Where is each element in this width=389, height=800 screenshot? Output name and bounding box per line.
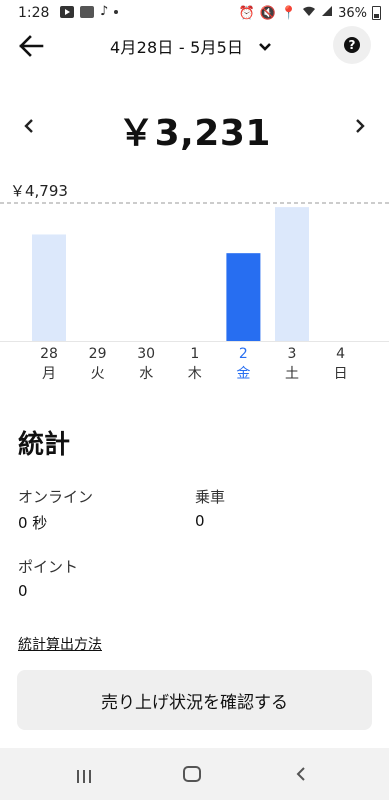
chart-day-1[interactable]: 1木 — [175, 344, 215, 384]
notification-dot-icon — [114, 10, 119, 14]
stat-rides-value: 0 — [195, 512, 205, 530]
stats-method-link[interactable]: 統計算出方法 — [18, 634, 102, 654]
chart-day-4[interactable]: 4日 — [321, 344, 361, 384]
date-range-label[interactable]: 4月28日 - 5月5日 — [110, 34, 243, 58]
help-button[interactable]: ? — [333, 26, 371, 64]
chart-bar-28[interactable] — [32, 234, 66, 341]
system-back-button[interactable] — [295, 766, 307, 782]
chart-day-number: 3 — [287, 346, 297, 362]
stat-points-value: 0 — [18, 582, 28, 600]
arrow-left-icon — [19, 35, 44, 57]
status-time: 1:28 — [18, 5, 50, 21]
recent-apps-button[interactable] — [76, 768, 92, 783]
stat-online-value: 0 秒 — [18, 514, 48, 532]
chart-day-28[interactable]: 28 月 — [29, 344, 69, 384]
chart-bar-3[interactable] — [275, 207, 309, 341]
chart-canvas — [0, 202, 389, 342]
earnings-chart: ￥4,793 28 月 29 火 30 水 1 木 2 金 3 土 4 日 — [0, 178, 389, 393]
notification-icons: ♪ — [60, 4, 119, 19]
mute-icon: 🔇 — [259, 5, 276, 21]
chevron-down-icon — [259, 43, 271, 51]
chart-weekday: 土 — [285, 366, 299, 382]
location-icon: 📍 — [280, 5, 298, 21]
next-week-button[interactable] — [353, 114, 367, 138]
chart-day-number: 29 — [88, 346, 107, 362]
chart-bar-2[interactable] — [226, 253, 261, 341]
chart-max-label: ￥4,793 — [10, 182, 68, 200]
chart-weekday: 月 — [42, 366, 56, 382]
stat-online-label: オンライン — [18, 488, 94, 506]
wifi-icon — [302, 5, 316, 21]
signal-icon — [321, 5, 333, 21]
alarm-icon: ⏰ — [238, 5, 255, 21]
chart-day-number: 30 — [137, 346, 156, 362]
check-earnings-button[interactable]: 売り上げ状況を確認する — [17, 670, 372, 730]
chart-weekday: 金 — [236, 366, 251, 382]
tiktok-icon: ♪ — [100, 4, 109, 19]
chart-day-30[interactable]: 30 水 — [126, 344, 166, 384]
recent-apps-icon — [77, 770, 91, 783]
battery-percent: 36% — [338, 5, 367, 21]
chart-day-2[interactable]: 2金 — [223, 344, 263, 384]
stat-rides-label: 乗車 — [195, 488, 226, 506]
stats-title: 統計 — [18, 430, 71, 460]
chart-day-number: 2 — [238, 346, 248, 362]
battery-icon — [372, 6, 381, 20]
system-icons: ⏰ 🔇 📍 36% — [239, 5, 381, 21]
date-range-dropdown[interactable] — [258, 38, 272, 51]
system-nav-bar — [0, 748, 389, 800]
chevron-right-icon — [356, 119, 365, 133]
chart-weekday: 火 — [90, 366, 105, 382]
youtube-icon — [60, 6, 74, 18]
chart-day-number: 1 — [190, 346, 200, 362]
status-bar: 1:28 ♪ ⏰ 🔇 📍 36% — [0, 0, 389, 26]
stat-points-label: ポイント — [18, 558, 79, 576]
chart-weekday: 木 — [187, 366, 202, 382]
chart-day-3[interactable]: 3土 — [272, 344, 312, 384]
back-button[interactable] — [16, 32, 46, 60]
chart-day-number: 4 — [336, 346, 346, 362]
chart-weekday: 水 — [139, 366, 154, 382]
news-icon — [80, 6, 94, 18]
chart-day-number: 28 — [40, 346, 58, 362]
question-icon: ? — [344, 37, 360, 53]
weekly-total: ￥3,231 — [118, 113, 271, 154]
chart-weekday: 日 — [333, 366, 348, 382]
chart-day-29[interactable]: 29 火 — [78, 344, 118, 384]
back-chevron-icon — [296, 767, 305, 781]
home-button[interactable] — [183, 766, 201, 782]
